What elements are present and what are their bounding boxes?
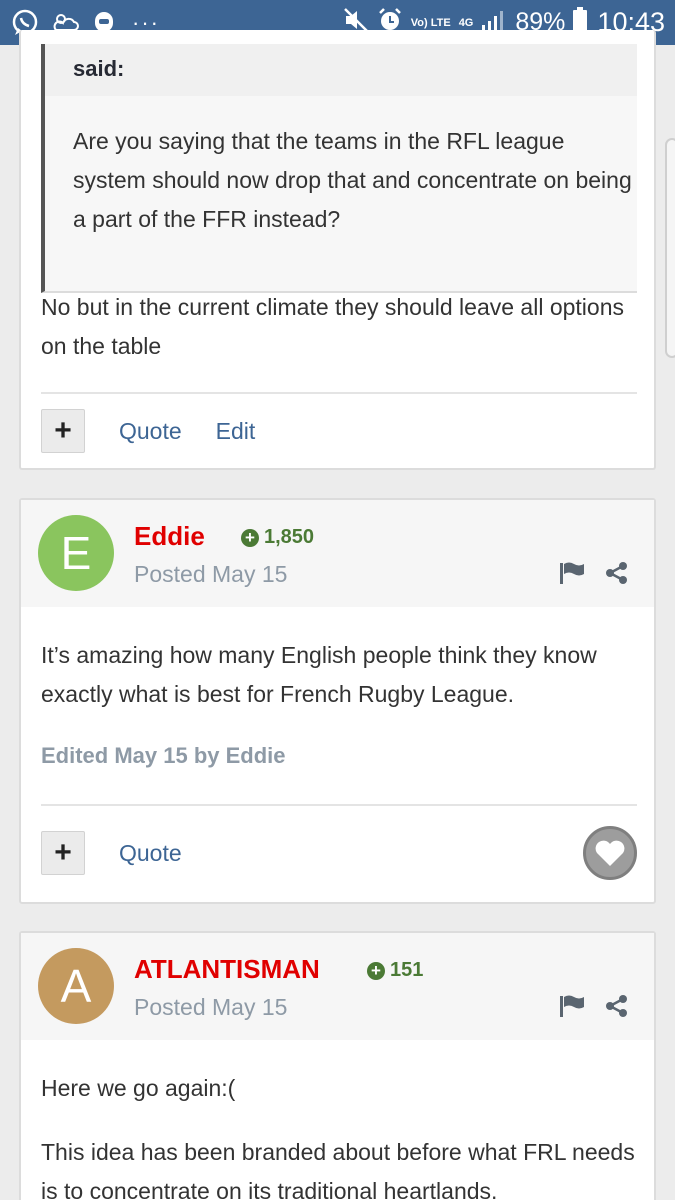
- edit-button[interactable]: Edit: [216, 418, 256, 445]
- post-actions: + Quote: [41, 826, 637, 880]
- quote-block: said: Are you saying that the teams in t…: [41, 44, 637, 293]
- post-date[interactable]: Posted May 15: [134, 561, 287, 588]
- heart-icon[interactable]: [583, 826, 637, 880]
- post-body: It’s amazing how many English people thi…: [41, 642, 597, 707]
- quote-header: said:: [45, 44, 637, 96]
- quote-text: Are you saying that the teams in the RFL…: [73, 128, 632, 232]
- avatar[interactable]: A: [38, 948, 114, 1024]
- reputation-badge: + 151: [367, 959, 423, 982]
- plus-icon[interactable]: +: [41, 831, 85, 875]
- divider: [41, 804, 637, 806]
- quote-button[interactable]: Quote: [119, 418, 182, 445]
- edited-note: Edited May 15 by Eddie: [41, 743, 286, 768]
- plus-icon[interactable]: +: [41, 409, 85, 453]
- author-name[interactable]: ATLANTISMAN: [134, 954, 320, 985]
- reputation-count: 1,850: [264, 526, 315, 548]
- divider: [41, 392, 637, 394]
- share-icon[interactable]: [606, 562, 628, 584]
- author-name[interactable]: Eddie: [134, 521, 205, 552]
- avatar[interactable]: E: [38, 515, 114, 591]
- post-header: A ATLANTISMAN + 151 Posted May 15: [21, 933, 654, 1040]
- scrollbar[interactable]: [665, 138, 675, 358]
- network-gen-indicator: 4G: [458, 16, 474, 29]
- post-header: E Eddie + 1,850 Posted May 15: [21, 500, 654, 607]
- flag-icon[interactable]: [560, 995, 584, 1017]
- volte-indicator: Vo) LTE: [410, 16, 451, 29]
- flag-icon[interactable]: [560, 562, 584, 584]
- post-body: No but in the current climate they shoul…: [41, 294, 624, 359]
- post-paragraph: This idea has been branded about before …: [41, 1139, 635, 1200]
- plus-circle-icon: +: [241, 528, 259, 547]
- reputation-count: 151: [390, 959, 424, 981]
- quote-button[interactable]: Quote: [119, 840, 182, 867]
- post-card: A ATLANTISMAN + 151 Posted May 15 Here w…: [19, 931, 656, 1200]
- post-card: said: Are you saying that the teams in t…: [19, 30, 656, 470]
- reputation-badge: + 1,850: [241, 526, 314, 549]
- post-paragraph: Here we go again:(: [41, 1075, 236, 1101]
- post-card: E Eddie + 1,850 Posted May 15 It’s amazi…: [19, 498, 656, 904]
- post-date[interactable]: Posted May 15: [134, 994, 287, 1021]
- post-actions: + Quote Edit: [41, 408, 637, 454]
- plus-circle-icon: +: [367, 961, 385, 980]
- share-icon[interactable]: [606, 995, 628, 1017]
